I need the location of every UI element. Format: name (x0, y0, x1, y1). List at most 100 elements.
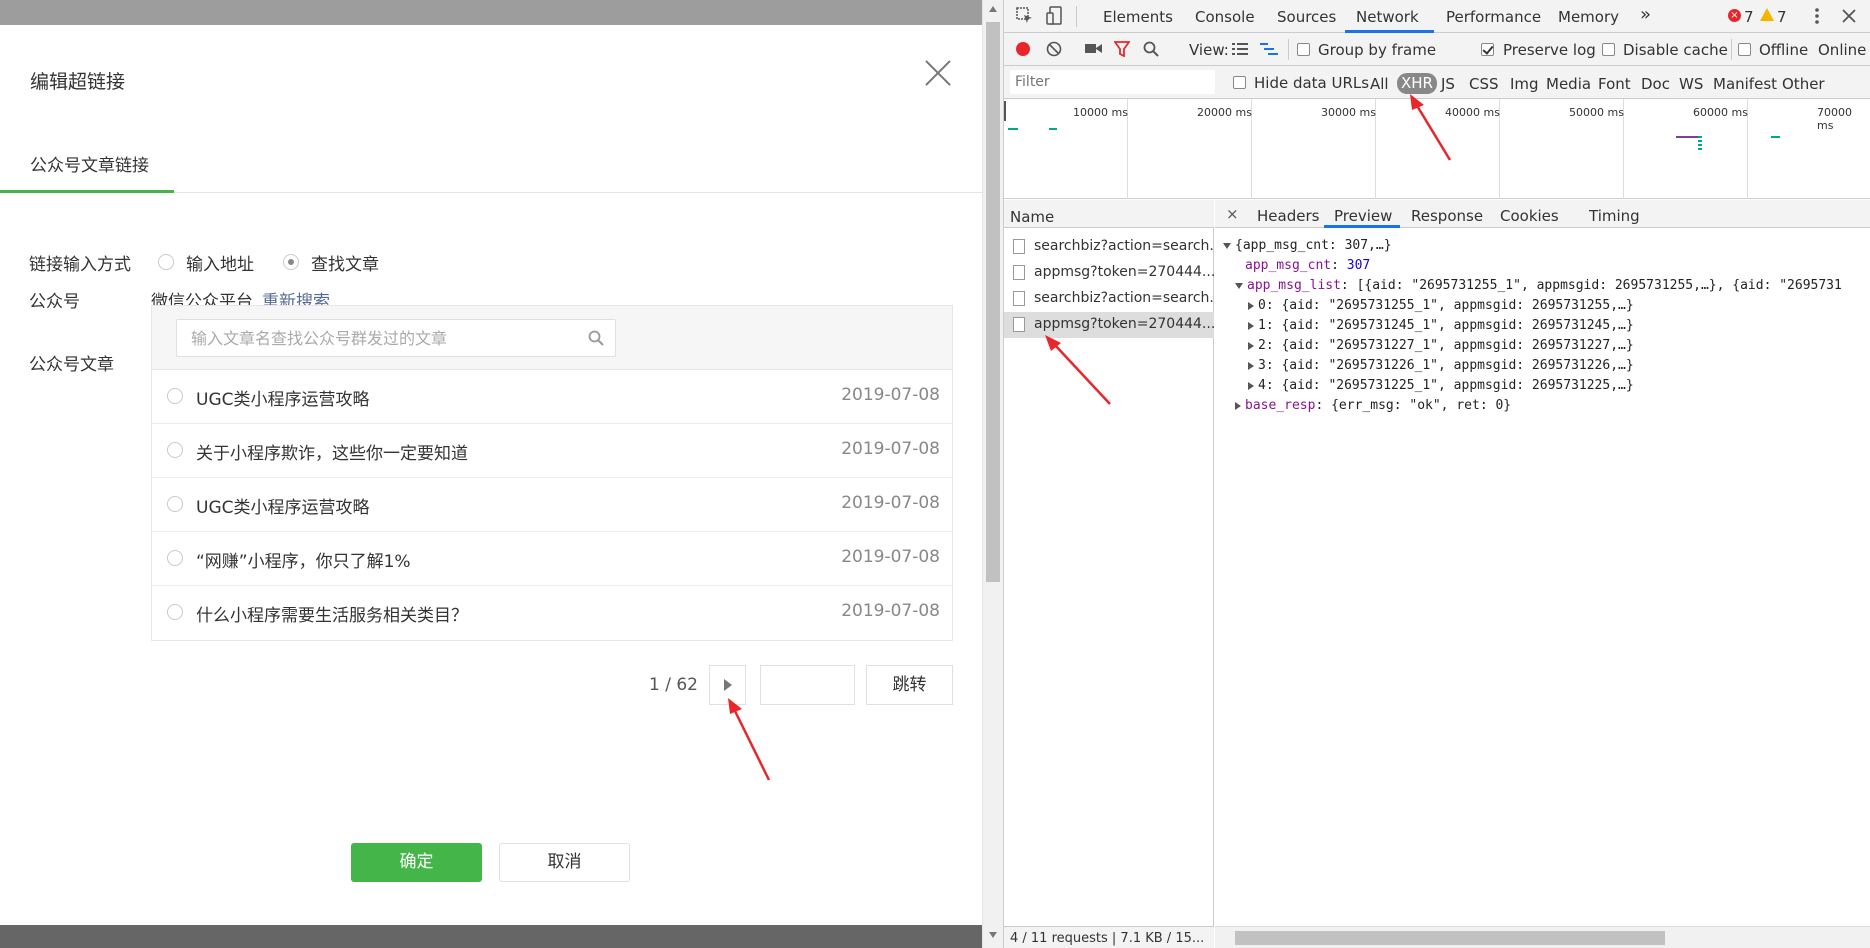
list-item[interactable]: “网赚”小程序，你只了解1% 2019-07-08 (152, 532, 952, 586)
article-radio[interactable] (167, 550, 183, 566)
json-row[interactable]: app_msg_list: [{aid: "2695731255_1", app… (1235, 276, 1842, 296)
offline-checkbox[interactable] (1738, 43, 1751, 56)
search-icon[interactable] (1143, 41, 1159, 57)
tab-cookies[interactable]: Cookies (1500, 207, 1559, 225)
tab-memory[interactable]: Memory (1558, 8, 1619, 26)
group-by-frame-label[interactable]: Group by frame (1318, 41, 1436, 59)
preserve-log-label[interactable]: Preserve log (1503, 41, 1596, 59)
record-icon[interactable] (1016, 42, 1030, 56)
filter-type-xhr[interactable]: XHR (1397, 73, 1437, 94)
filter-type-js[interactable]: JS (1441, 75, 1455, 93)
filter-type-all[interactable]: All (1370, 75, 1389, 93)
name-column-header[interactable]: Name (1004, 200, 1214, 228)
article-search-input[interactable] (191, 320, 571, 356)
clear-icon[interactable] (1046, 41, 1062, 57)
radio-search-article[interactable] (283, 254, 299, 270)
json-row[interactable]: 4: {aid: "2695731225_1", appmsgid: 26957… (1248, 376, 1634, 396)
cancel-button[interactable]: 取消 (499, 843, 630, 882)
jump-button[interactable]: 跳转 (866, 665, 953, 705)
filter-type-img[interactable]: Img (1510, 75, 1539, 93)
filter-type-other[interactable]: Other (1782, 75, 1825, 93)
request-row[interactable]: appmsg?token=270444... (1004, 260, 1214, 286)
tab-console[interactable]: Console (1195, 8, 1255, 26)
warning-icon[interactable] (1760, 8, 1774, 21)
list-view-icon[interactable] (1232, 42, 1248, 56)
article-radio[interactable] (167, 496, 183, 512)
disable-cache-label[interactable]: Disable cache (1623, 41, 1728, 59)
tab-headers[interactable]: Headers (1257, 207, 1319, 225)
waterfall-view-icon[interactable] (1260, 42, 1278, 56)
video-capture-icon[interactable] (1085, 42, 1102, 55)
error-count[interactable]: 7 (1744, 8, 1754, 26)
filter-type-doc[interactable]: Doc (1641, 75, 1670, 93)
close-devtools-icon[interactable] (1842, 9, 1856, 23)
more-tabs-button[interactable]: » (1640, 4, 1651, 25)
article-radio[interactable] (167, 604, 183, 620)
request-row-selected[interactable]: appmsg?token=270444... (1004, 312, 1214, 338)
list-item[interactable]: UGC类小程序运营攻略 2019-07-08 (152, 478, 952, 532)
close-icon[interactable] (925, 60, 951, 86)
device-toolbar-icon[interactable] (1046, 6, 1064, 26)
confirm-button[interactable]: 确定 (351, 843, 482, 882)
radio-input-url-label[interactable]: 输入地址 (186, 250, 254, 275)
scrollbar-thumb[interactable] (1235, 931, 1665, 945)
close-detail-icon[interactable]: × (1226, 205, 1239, 223)
request-row[interactable]: searchbiz?action=search... (1004, 234, 1214, 260)
hide-data-urls-checkbox[interactable] (1233, 76, 1246, 89)
error-icon[interactable]: × (1728, 9, 1741, 22)
warning-count[interactable]: 7 (1777, 8, 1787, 26)
inspect-element-icon[interactable] (1016, 7, 1034, 25)
scroll-up-icon[interactable] (989, 6, 997, 12)
article-radio[interactable] (167, 442, 183, 458)
expand-triangle-icon[interactable] (1248, 381, 1254, 390)
group-by-frame-checkbox[interactable] (1297, 43, 1310, 56)
list-item[interactable]: 什么小程序需要生活服务相关类目？ 2019-07-08 (152, 586, 952, 640)
search-icon[interactable] (588, 330, 604, 346)
request-row[interactable]: searchbiz?action=search... (1004, 286, 1214, 312)
page-number-input[interactable] (760, 665, 855, 705)
radio-input-url[interactable] (158, 254, 174, 270)
tab-network[interactable]: Network (1356, 8, 1419, 26)
page-scrollbar[interactable] (982, 0, 1003, 948)
tab-article-link[interactable]: 公众号文章链接 (0, 125, 174, 193)
tab-response[interactable]: Response (1411, 207, 1483, 225)
list-item[interactable]: 关于小程序欺诈，这些你一定要知道 2019-07-08 (152, 424, 952, 478)
article-radio[interactable] (167, 388, 183, 404)
collapse-triangle-icon[interactable] (1223, 242, 1231, 249)
tab-preview[interactable]: Preview (1334, 207, 1392, 225)
preserve-log-checkbox[interactable] (1481, 43, 1494, 56)
filter-type-font[interactable]: Font (1598, 75, 1631, 93)
horizontal-scrollbar[interactable] (1215, 926, 1870, 948)
expand-triangle-icon[interactable] (1248, 361, 1254, 370)
disable-cache-checkbox[interactable] (1602, 43, 1615, 56)
scrollbar-thumb[interactable] (986, 22, 1000, 582)
throttling-select[interactable]: Online (1818, 41, 1866, 59)
radio-search-article-label[interactable]: 查找文章 (311, 250, 379, 275)
json-row[interactable]: 0: {aid: "2695731255_1", appmsgid: 26957… (1248, 296, 1634, 316)
filter-icon[interactable] (1114, 41, 1130, 57)
hide-data-urls-label[interactable]: Hide data URLs (1254, 74, 1369, 92)
filter-type-ws[interactable]: WS (1679, 75, 1703, 93)
network-timeline-overview[interactable]: 10000 ms 20000 ms 30000 ms 40000 ms 5000… (1004, 99, 1870, 199)
kebab-menu-icon[interactable] (1815, 7, 1819, 25)
json-root-row[interactable]: {app_msg_cnt: 307,…} (1223, 236, 1392, 256)
expand-triangle-icon[interactable] (1248, 301, 1254, 310)
scroll-down-icon[interactable] (989, 932, 997, 938)
json-row[interactable]: base_resp: {err_msg: "ok", ret: 0} (1235, 396, 1511, 416)
expand-triangle-icon[interactable] (1248, 341, 1254, 350)
next-page-button[interactable] (709, 665, 746, 705)
json-row[interactable]: 2: {aid: "2695731227_1", appmsgid: 26957… (1248, 336, 1634, 356)
list-item[interactable]: UGC类小程序运营攻略 2019-07-08 (152, 370, 952, 424)
collapse-triangle-icon[interactable] (1235, 282, 1243, 289)
tab-performance[interactable]: Performance (1446, 8, 1541, 26)
json-row[interactable]: 1: {aid: "2695731245_1", appmsgid: 26957… (1248, 316, 1634, 336)
filter-input[interactable] (1010, 70, 1215, 94)
tab-timing[interactable]: Timing (1589, 207, 1640, 225)
expand-triangle-icon[interactable] (1235, 401, 1241, 410)
tab-sources[interactable]: Sources (1277, 8, 1336, 26)
expand-triangle-icon[interactable] (1248, 321, 1254, 330)
json-row[interactable]: 3: {aid: "2695731226_1", appmsgid: 26957… (1248, 356, 1634, 376)
filter-type-manifest[interactable]: Manifest (1713, 75, 1777, 93)
filter-type-media[interactable]: Media (1546, 75, 1591, 93)
filter-type-css[interactable]: CSS (1469, 75, 1499, 93)
